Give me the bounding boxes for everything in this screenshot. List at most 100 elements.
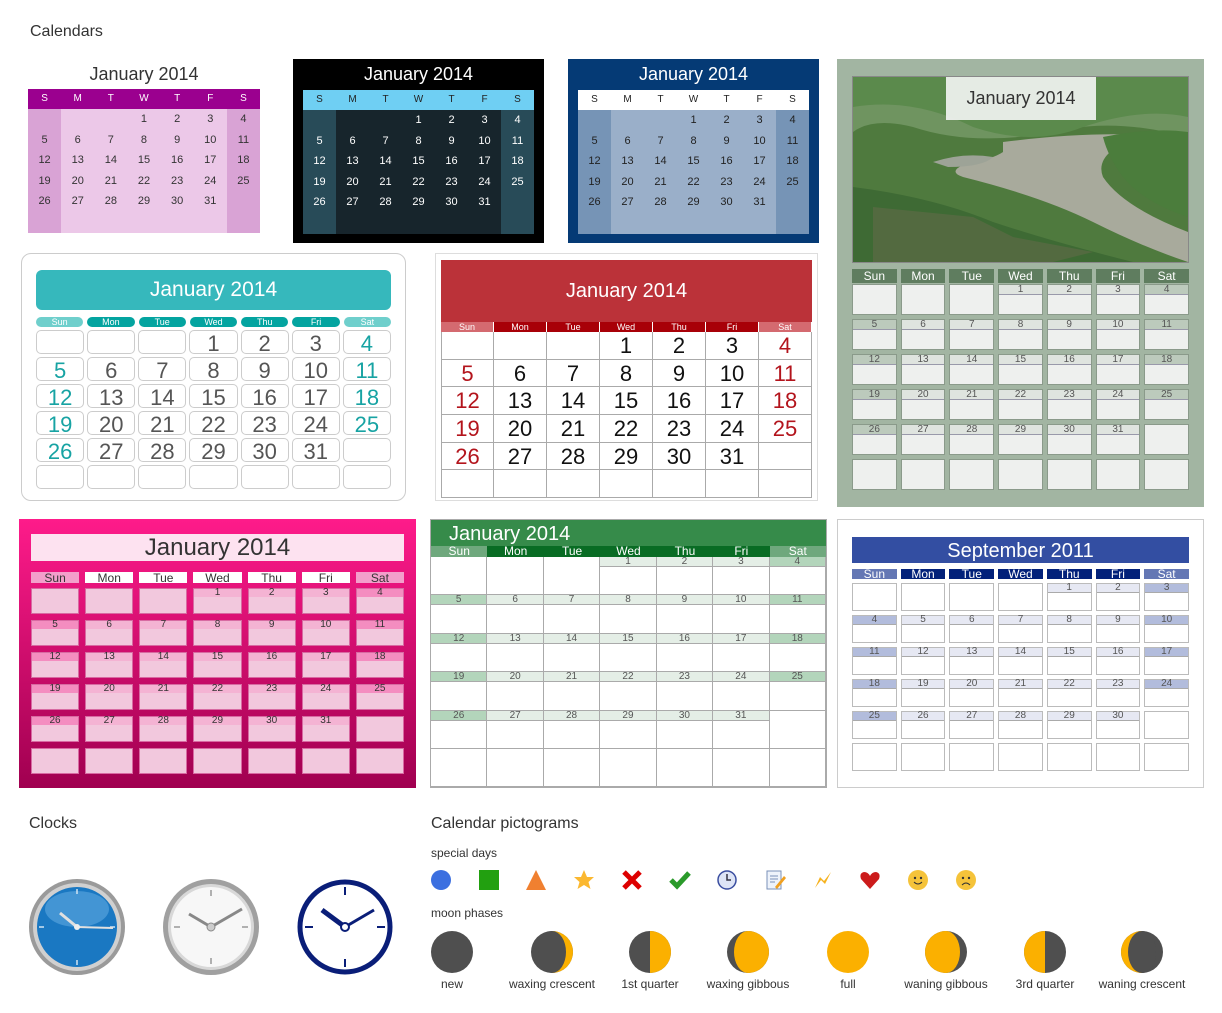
day-cell[interactable]: 29: [600, 442, 653, 471]
day-cell[interactable]: 29: [193, 716, 242, 742]
day-cell[interactable]: 8: [189, 357, 238, 383]
day-cell[interactable]: 1: [189, 330, 238, 356]
calendar-lilac[interactable]: January 2014 SMTWTFS 1 2 3 4 5 6 7 8 9 10 11 12 13 14…: [28, 60, 260, 233]
day-cell[interactable]: [578, 212, 611, 234]
day-cell[interactable]: [743, 212, 776, 234]
day-cell[interactable]: 17: [706, 387, 759, 416]
day-cell[interactable]: 6: [87, 357, 136, 383]
day-cell[interactable]: 24: [706, 415, 759, 443]
day-cell[interactable]: 25: [342, 411, 391, 437]
day-cell[interactable]: 9: [1046, 319, 1092, 350]
day-cell[interactable]: [355, 748, 404, 774]
day-cell[interactable]: [369, 212, 402, 234]
day-cell[interactable]: 29: [600, 710, 657, 749]
day-cell[interactable]: [336, 212, 369, 234]
day-cell[interactable]: 13: [949, 647, 995, 675]
day-cell[interactable]: 25: [852, 711, 897, 739]
day-cell[interactable]: 19: [431, 672, 488, 711]
day-cell[interactable]: 31: [706, 442, 759, 471]
day-cell[interactable]: [85, 588, 134, 614]
day-cell[interactable]: 7: [543, 595, 601, 634]
day-cell[interactable]: 15: [193, 652, 242, 678]
day-cell[interactable]: 27: [900, 424, 946, 455]
day-cell[interactable]: 1: [998, 284, 1043, 315]
day-cell[interactable]: 24: [1144, 679, 1189, 707]
day-cell[interactable]: [998, 583, 1043, 611]
day-cell[interactable]: 21: [369, 171, 402, 193]
day-cell[interactable]: 5: [31, 620, 80, 646]
day-cell[interactable]: 3: [291, 330, 340, 356]
day-cell[interactable]: 11: [852, 647, 897, 675]
day-cell[interactable]: 27: [487, 710, 544, 749]
day-cell[interactable]: [61, 212, 94, 233]
day-cell[interactable]: 11: [501, 130, 534, 152]
day-cell[interactable]: 8: [402, 130, 435, 152]
day-cell[interactable]: 8: [127, 130, 160, 151]
day-cell[interactable]: 20: [61, 171, 94, 192]
day-cell[interactable]: 23: [435, 171, 468, 193]
day-cell[interactable]: 1: [600, 557, 657, 596]
day-cell[interactable]: 17: [194, 150, 227, 171]
day-cell[interactable]: 31: [743, 192, 776, 213]
day-cell[interactable]: [543, 748, 601, 788]
day-cell[interactable]: 19: [36, 411, 85, 437]
day-cell[interactable]: [431, 557, 488, 596]
day-cell[interactable]: 7: [94, 130, 127, 151]
day-cell[interactable]: 4: [852, 615, 897, 643]
day-cell[interactable]: [1144, 711, 1189, 739]
day-cell[interactable]: 10: [291, 357, 340, 383]
day-cell[interactable]: 10: [713, 595, 770, 634]
day-cell[interactable]: 11: [342, 357, 391, 383]
day-cell[interactable]: 19: [578, 171, 611, 193]
day-cell[interactable]: 20: [900, 389, 946, 420]
day-cell[interactable]: 22: [402, 171, 435, 193]
day-cell[interactable]: 21: [139, 684, 188, 710]
day-cell[interactable]: [656, 748, 714, 788]
day-cell[interactable]: 9: [656, 595, 714, 634]
day-cell[interactable]: 16: [1046, 354, 1092, 385]
day-cell[interactable]: 21: [998, 679, 1043, 707]
calendar-teal[interactable]: January 2014 Sun Mon Tue Wed Thu Fri Sat 12345…: [21, 253, 406, 501]
day-cell[interactable]: 30: [710, 192, 743, 213]
day-cell[interactable]: [578, 110, 611, 131]
day-cell[interactable]: 4: [226, 109, 260, 130]
day-cell[interactable]: 25: [226, 170, 260, 192]
day-cell[interactable]: 4: [355, 588, 404, 614]
day-cell[interactable]: 4: [769, 557, 826, 596]
day-cell[interactable]: 21: [94, 171, 127, 192]
day-cell[interactable]: 26: [431, 710, 488, 749]
day-cell[interactable]: [644, 212, 677, 234]
day-cell[interactable]: [759, 470, 812, 499]
day-cell[interactable]: 26: [578, 192, 611, 213]
day-cell[interactable]: [355, 716, 404, 742]
day-cell[interactable]: 26: [900, 711, 946, 739]
calendar-photo[interactable]: January 2014 Sun Mon Tue Wed Thu Fri Sat 12345…: [837, 59, 1204, 507]
day-cell[interactable]: 28: [949, 424, 995, 455]
day-cell[interactable]: [706, 470, 759, 499]
day-cell[interactable]: 21: [138, 411, 187, 437]
day-cell[interactable]: 23: [1046, 389, 1092, 420]
day-cell[interactable]: 10: [468, 130, 501, 152]
day-cell[interactable]: 1: [193, 588, 242, 614]
day-cell[interactable]: 29: [1046, 711, 1092, 739]
day-cell[interactable]: 2: [240, 330, 289, 356]
day-cell[interactable]: [240, 465, 289, 489]
day-cell[interactable]: [127, 212, 160, 233]
day-cell[interactable]: [87, 330, 136, 354]
day-cell[interactable]: 28: [998, 711, 1043, 739]
day-cell[interactable]: 11: [355, 620, 404, 646]
day-cell[interactable]: 17: [713, 633, 770, 673]
day-cell[interactable]: [677, 212, 710, 234]
day-cell[interactable]: 19: [28, 170, 62, 192]
day-cell[interactable]: 8: [193, 620, 242, 646]
day-cell[interactable]: [998, 459, 1043, 490]
day-cell[interactable]: [441, 332, 494, 360]
day-cell[interactable]: 13: [85, 652, 134, 678]
day-cell[interactable]: 23: [653, 415, 706, 443]
day-cell[interactable]: 19: [303, 171, 336, 193]
day-cell[interactable]: 22: [193, 684, 242, 710]
day-cell[interactable]: 31: [291, 438, 340, 464]
day-cell[interactable]: 8: [1046, 615, 1092, 643]
day-cell[interactable]: 16: [435, 151, 468, 172]
day-cell[interactable]: [468, 212, 501, 234]
